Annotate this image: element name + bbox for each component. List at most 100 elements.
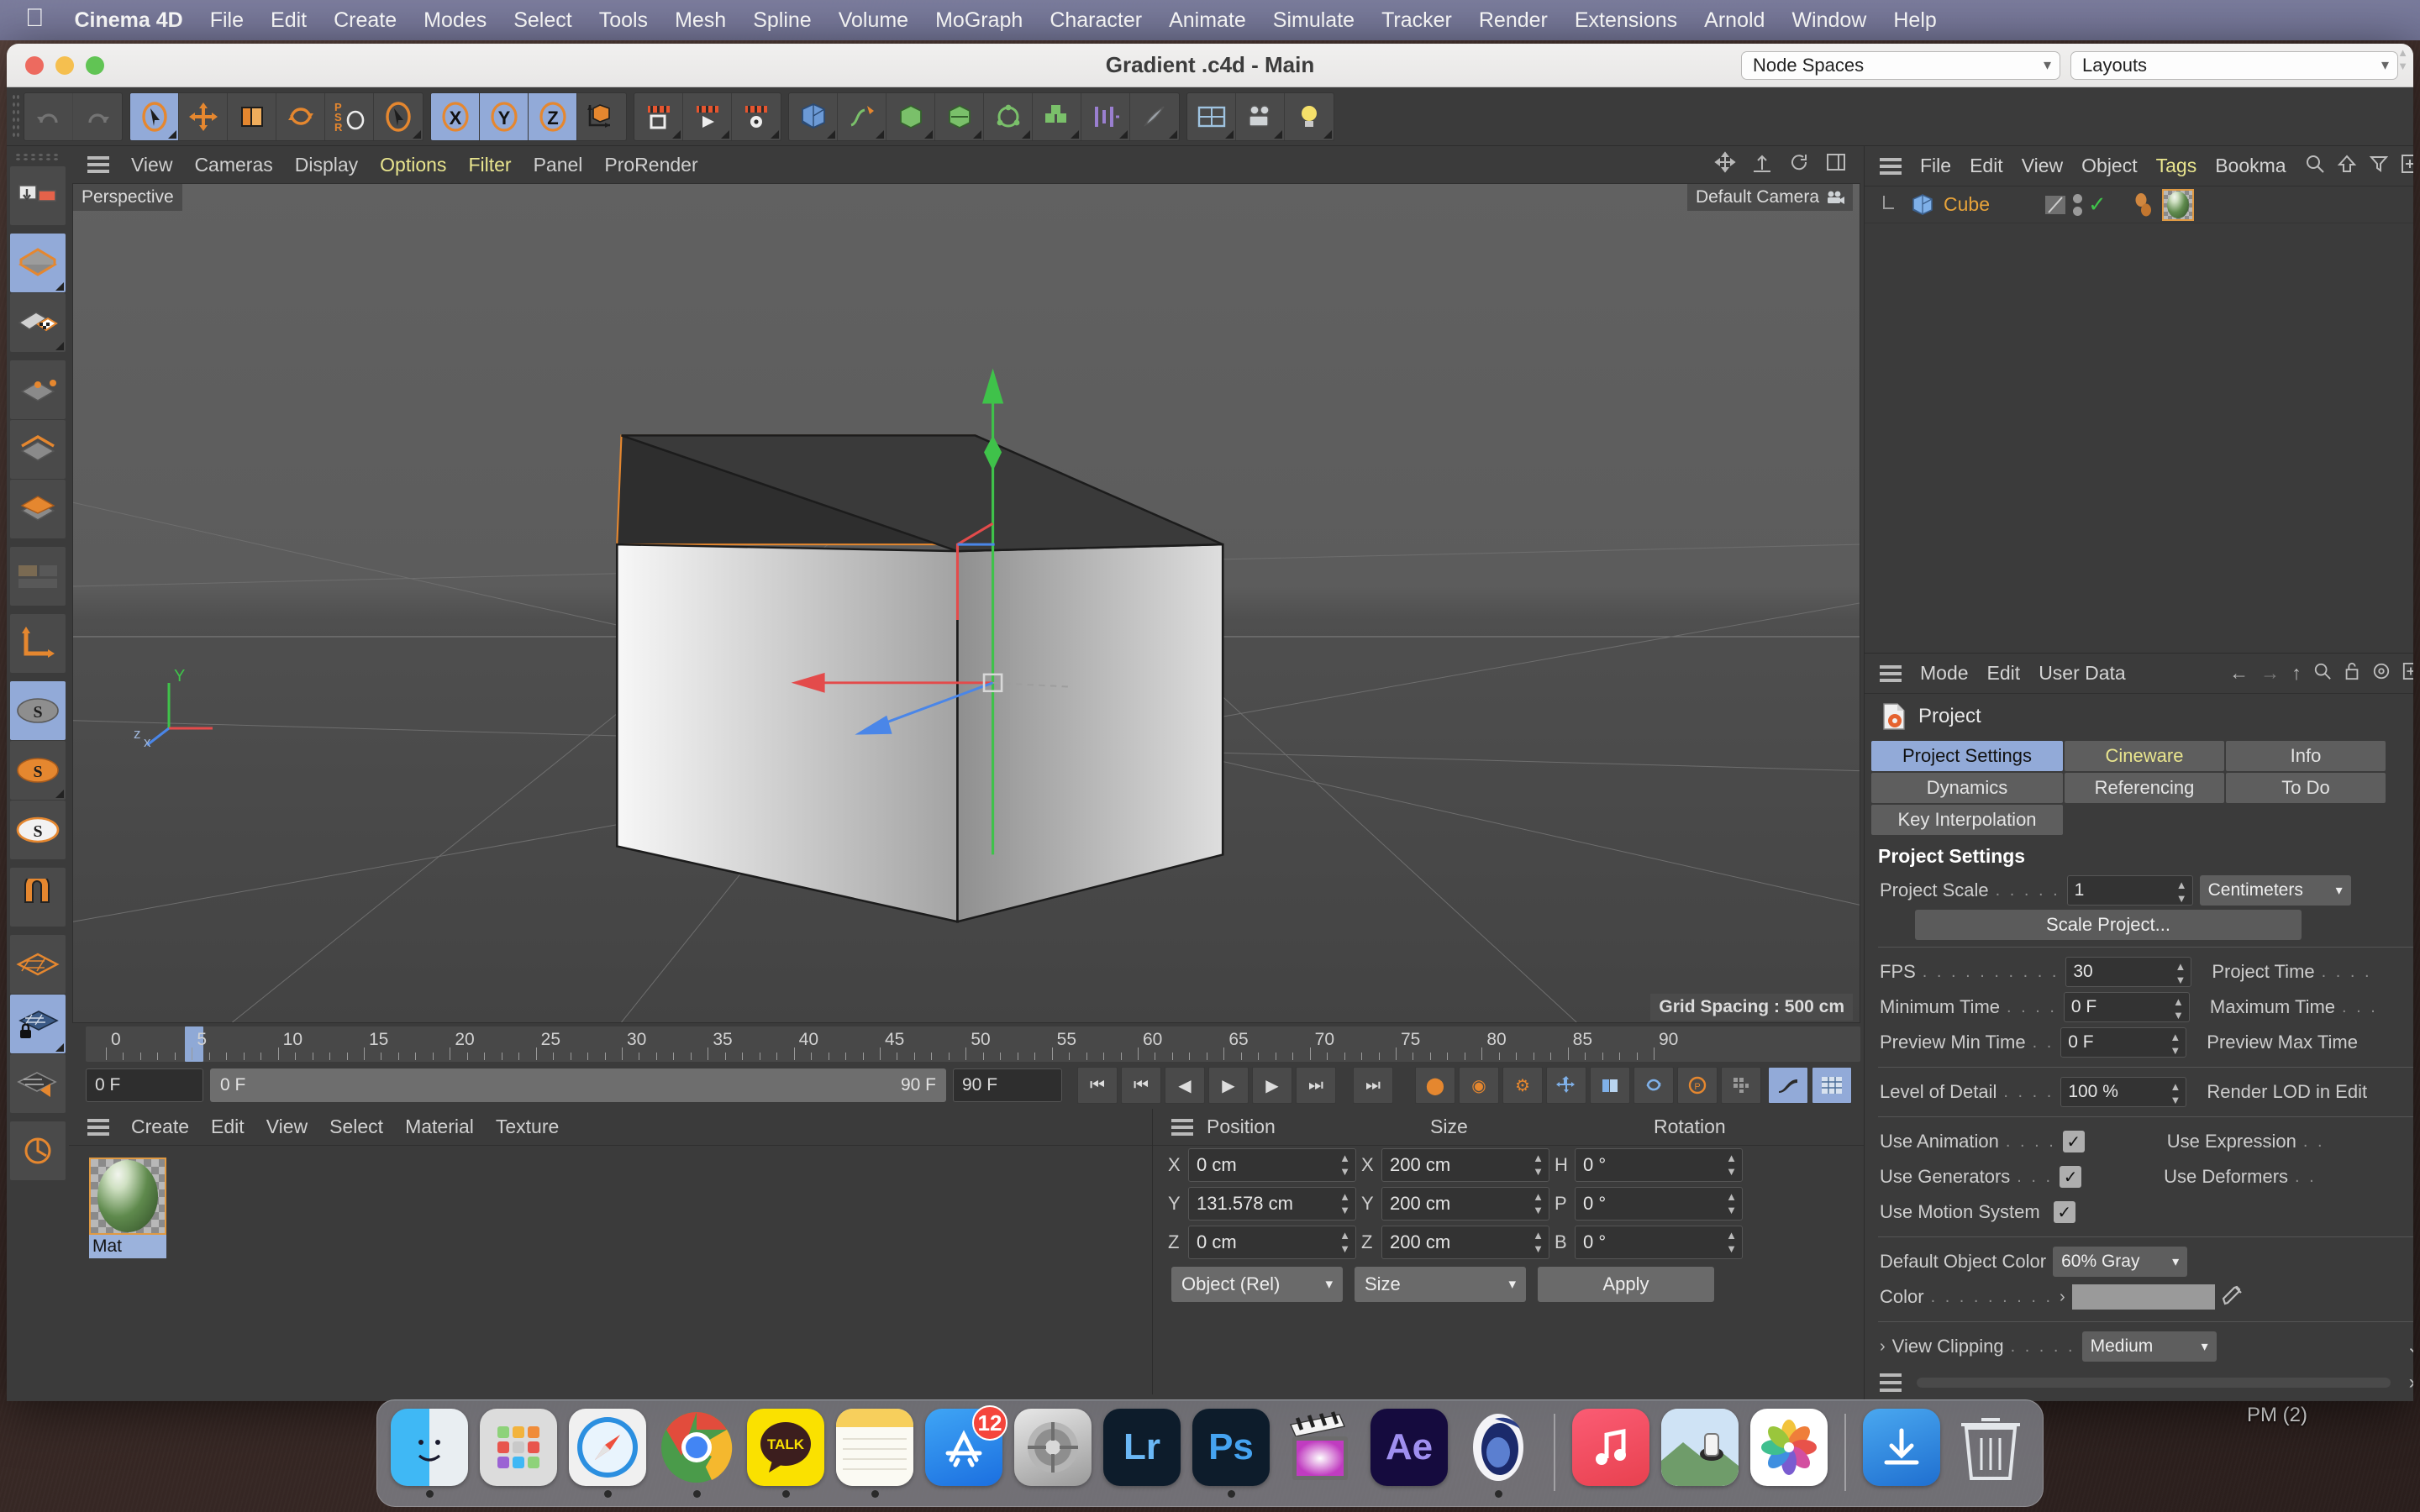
enable-axis-button[interactable]: S xyxy=(10,681,66,740)
menu-item-simulate[interactable]: Simulate xyxy=(1260,8,1368,33)
viewport-menu-options[interactable]: Options xyxy=(380,154,446,176)
material-hamburger-icon[interactable] xyxy=(87,1118,109,1136)
objects-menu-object[interactable]: Object xyxy=(2081,155,2137,177)
back-arrow-icon[interactable]: ← xyxy=(2229,662,2249,685)
layouts-dropdown[interactable]: Layouts ▾ xyxy=(2070,50,2398,80)
position-y-field[interactable]: 131.578 cm ▲ ▼ xyxy=(1188,1187,1356,1221)
material-menu-select[interactable]: Select xyxy=(329,1116,383,1138)
dock-trash[interactable] xyxy=(1950,1409,2031,1498)
lock-z-axis-button[interactable]: Z xyxy=(529,92,577,140)
use-generators-checkbox[interactable]: ✓ xyxy=(2060,1166,2082,1188)
objects-menu-view[interactable]: View xyxy=(2022,155,2063,177)
dock-downloads-stack[interactable] xyxy=(1861,1409,1942,1498)
visibility-render-dot[interactable] xyxy=(2072,206,2082,216)
key-rotation-button[interactable] xyxy=(1634,1067,1674,1104)
menu-item-cinema4d[interactable]: Cinema 4D xyxy=(61,8,197,33)
dock-app-chrome[interactable] xyxy=(656,1409,737,1498)
menu-item-animate[interactable]: Animate xyxy=(1155,8,1260,33)
add-panel-icon[interactable] xyxy=(2402,662,2413,685)
animation-mode-button[interactable] xyxy=(1768,1067,1808,1104)
attributes-hamburger-icon[interactable] xyxy=(1880,664,1902,682)
select-tool-button[interactable] xyxy=(130,92,179,140)
dock-app-photoshop[interactable]: Ps xyxy=(1191,1409,1271,1498)
key-parameter-button[interactable]: P xyxy=(1677,1067,1718,1104)
dock-app-after-effects[interactable]: Ae xyxy=(1369,1409,1449,1498)
timeline-ruler[interactable]: 0 5 10 15 20 25 30 35 40 45 50 55 60 65 70 75 80 85 90 xyxy=(86,1026,1860,1062)
dock-app-notes[interactable] xyxy=(834,1409,915,1498)
stepper-icon[interactable]: ▲ ▼ xyxy=(1726,1229,1737,1256)
tab-cineware[interactable]: Cineware xyxy=(2065,741,2224,771)
step-back-button[interactable]: ◀ xyxy=(1165,1067,1205,1104)
timeline-display-button[interactable] xyxy=(1812,1067,1852,1104)
add-mograph-button[interactable] xyxy=(1033,92,1081,140)
add-spline-button[interactable] xyxy=(838,92,886,140)
stepper-icon[interactable]: ▲ ▼ xyxy=(1339,1152,1350,1179)
stepper-icon[interactable]: ▲ ▼ xyxy=(1339,1229,1350,1256)
minimum-time-field[interactable]: 0 F ▲ ▼ xyxy=(2063,992,2190,1022)
stepper-icon[interactable]: ▲ ▼ xyxy=(2170,1031,2181,1058)
menu-item-tracker[interactable]: Tracker xyxy=(1368,8,1465,33)
eyedropper-icon[interactable] xyxy=(2222,1284,2245,1311)
rotate-tool-button[interactable] xyxy=(276,92,325,140)
up-level-icon[interactable] xyxy=(2337,154,2357,179)
stepper-icon[interactable]: ▲ ▼ xyxy=(1533,1152,1544,1179)
attributes-menu-mode[interactable]: Mode xyxy=(1920,662,1969,685)
workplane-align-button[interactable] xyxy=(10,1054,66,1113)
rotation-h-field[interactable]: 0 ° ▲ ▼ xyxy=(1575,1148,1743,1182)
render-settings-button[interactable] xyxy=(732,93,781,140)
material-menu-texture[interactable]: Texture xyxy=(496,1116,559,1138)
viewport-camera-label[interactable]: Default Camera xyxy=(1686,184,1853,211)
add-generator-button[interactable] xyxy=(886,92,935,140)
menu-item-extensions[interactable]: Extensions xyxy=(1561,8,1691,33)
point-mode-button[interactable] xyxy=(10,360,66,419)
viewport-menu-display[interactable]: Display xyxy=(295,154,358,176)
viewport-menu-view[interactable]: View xyxy=(131,154,172,176)
magnet-tool-button[interactable] xyxy=(10,868,66,927)
viewport-menu-panel[interactable]: Panel xyxy=(534,154,583,176)
visibility-editor-dot[interactable] xyxy=(2072,193,2082,203)
add-panel-icon[interactable] xyxy=(2401,154,2413,179)
add-cube-button[interactable] xyxy=(789,92,838,140)
viewport-3d[interactable]: Y x z Perspective Default Camera Grid Sp… xyxy=(72,183,1860,1023)
object-layer-swatch[interactable] xyxy=(2044,192,2067,218)
uv-mode-button[interactable] xyxy=(10,547,66,606)
add-deformer-button[interactable] xyxy=(935,92,984,140)
tab-referencing[interactable]: Referencing xyxy=(2065,773,2224,803)
polygon-mode-button[interactable] xyxy=(10,480,66,538)
keyframe-settings-button[interactable]: ⚙ xyxy=(1502,1067,1543,1104)
preview-min-time-field[interactable]: 0 F ▲ ▼ xyxy=(2060,1027,2187,1058)
previous-keyframe-button[interactable]: ⏮ xyxy=(1121,1067,1161,1104)
dock-app-music[interactable] xyxy=(1570,1409,1651,1498)
lock-workplane-button[interactable] xyxy=(10,995,66,1053)
forward-arrow-icon[interactable]: → xyxy=(2260,662,2280,685)
project-scale-field[interactable]: 1 ▲ ▼ xyxy=(2066,875,2193,906)
dock-app-system-preferences[interactable] xyxy=(1013,1409,1093,1498)
menu-item-window[interactable]: Window xyxy=(1778,8,1880,33)
viewport-hamburger-icon[interactable] xyxy=(87,156,109,173)
texture-mode-button[interactable] xyxy=(10,293,66,352)
model-mode-button[interactable] xyxy=(10,234,66,292)
dock-app-final-cut-pro[interactable] xyxy=(1280,1409,1360,1498)
node-spaces-dropdown[interactable]: Node Spaces ▾ xyxy=(1741,50,2060,80)
add-camera-button[interactable] xyxy=(1236,92,1285,140)
add-light-button[interactable] xyxy=(1285,93,1334,140)
selection-mode-button[interactable] xyxy=(374,93,423,140)
attributes-menu-user-data[interactable]: User Data xyxy=(2039,662,2126,685)
menu-item-create[interactable]: Create xyxy=(320,8,410,33)
viewport-menu-filter[interactable]: Filter xyxy=(468,154,511,176)
object-name[interactable]: Cube xyxy=(1944,193,1990,216)
objects-menu-file[interactable]: File xyxy=(1920,155,1951,177)
axis-modify-button[interactable] xyxy=(10,614,66,673)
objects-hamburger-icon[interactable] xyxy=(1880,157,1902,175)
redo-button[interactable] xyxy=(73,93,122,140)
move-tool-button[interactable] xyxy=(179,92,228,140)
menu-item-mograph[interactable]: MoGraph xyxy=(922,8,1036,33)
coordinates-hamburger-icon[interactable] xyxy=(1171,1118,1193,1136)
fps-field[interactable]: 30 ▲ ▼ xyxy=(2065,957,2192,987)
lock-x-axis-button[interactable]: X xyxy=(431,92,480,140)
material-tag-icon[interactable] xyxy=(2161,188,2194,221)
default-object-color-dropdown[interactable]: 60% Gray ▾ xyxy=(2053,1247,2188,1277)
apply-button[interactable]: Apply xyxy=(1538,1267,1714,1302)
rotation-p-field[interactable]: 0 ° ▲ ▼ xyxy=(1575,1187,1743,1221)
position-z-field[interactable]: 0 cm ▲ ▼ xyxy=(1188,1226,1356,1259)
